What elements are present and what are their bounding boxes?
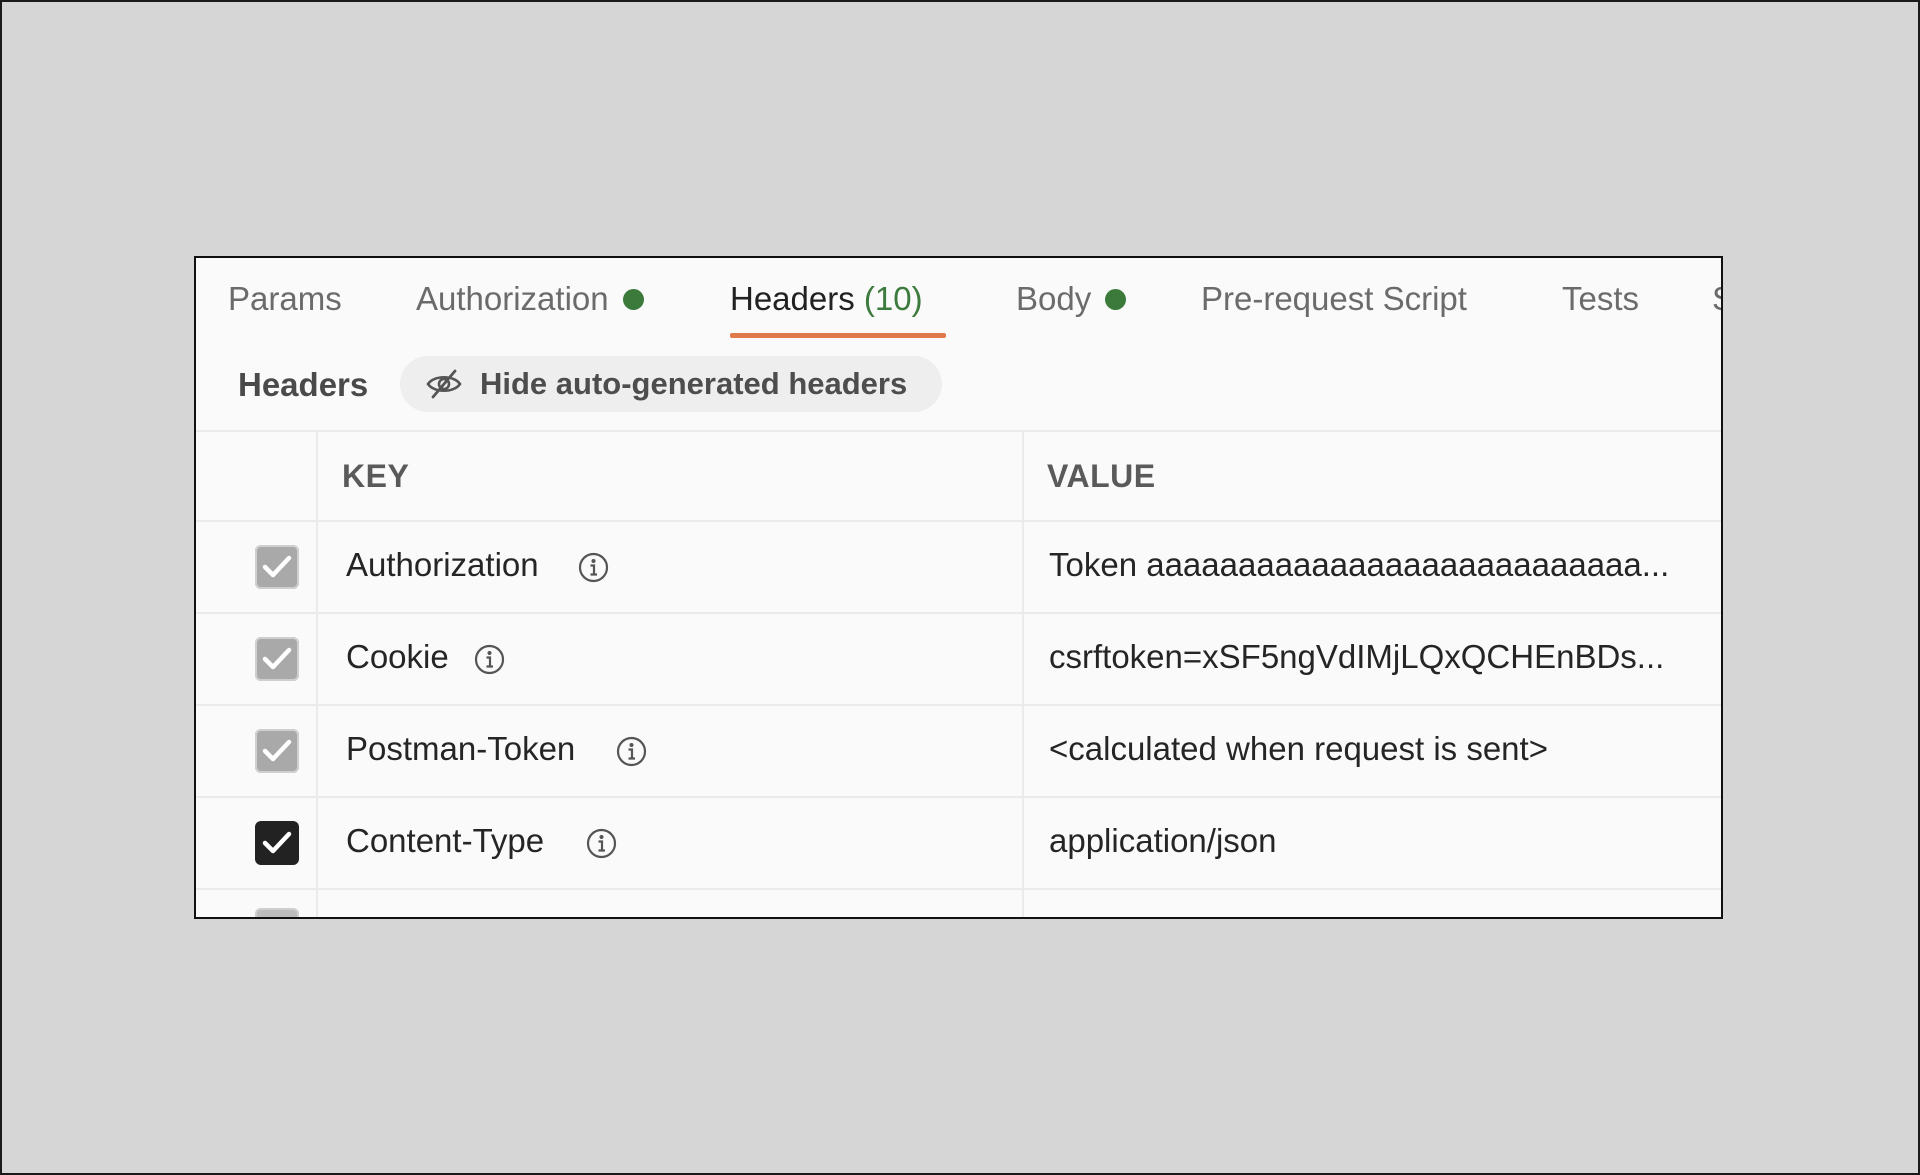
table-row: Postman-Token <calculated when request i… xyxy=(196,704,1721,798)
headers-section-title: Headers xyxy=(238,366,369,403)
tab-body[interactable]: Body xyxy=(1016,276,1127,322)
value-column-header: VALUE xyxy=(1047,458,1156,494)
tab-params[interactable]: Params xyxy=(228,276,342,322)
table-row: Cookie csrftoken=xSF5ngVdIMjLQxQCHEnBDs.… xyxy=(196,612,1721,706)
header-enabled-checkbox[interactable] xyxy=(255,729,299,773)
active-tab-indicator xyxy=(730,333,946,338)
header-enabled-checkbox[interactable] xyxy=(255,821,299,865)
authorization-status-dot xyxy=(622,288,644,310)
table-row-partial xyxy=(196,888,1721,917)
body-status-dot xyxy=(1105,288,1127,310)
hide-auto-generated-headers-label: Hide auto-generated headers xyxy=(480,366,908,401)
tab-authorization[interactable]: Authorization xyxy=(416,276,644,322)
info-icon[interactable] xyxy=(474,644,505,675)
tab-pre-request-script-label: Pre-request Script xyxy=(1201,280,1467,317)
header-value[interactable]: <calculated when request is sent> xyxy=(1049,730,1548,768)
header-value[interactable]: application/json xyxy=(1049,822,1277,860)
tab-params-label: Params xyxy=(228,280,342,317)
header-key: Content-Type xyxy=(346,822,545,859)
header-value[interactable]: Token aaaaaaaaaaaaaaaaaaaaaaaaaaa... xyxy=(1049,546,1669,584)
table-header-row: KEY VALUE xyxy=(196,430,1721,522)
checkmark-icon xyxy=(262,555,292,578)
header-key: Postman-Token xyxy=(346,730,576,767)
tab-authorization-label: Authorization xyxy=(416,280,609,317)
info-icon[interactable] xyxy=(586,828,617,859)
checkmark-icon xyxy=(262,739,292,762)
tab-pre-request-script[interactable]: Pre-request Script xyxy=(1201,276,1467,322)
table-row: Content-Type application/json xyxy=(196,796,1721,890)
tab-tests[interactable]: Tests xyxy=(1562,276,1639,322)
tab-body-label: Body xyxy=(1016,280,1092,317)
header-enabled-checkbox[interactable] xyxy=(255,908,299,917)
tab-headers-label: Headers xyxy=(730,280,855,317)
request-panel: Params Authorization Headers (10) Body P… xyxy=(194,256,1723,919)
header-key: Cookie xyxy=(346,638,449,675)
checkmark-icon xyxy=(262,831,292,854)
key-column-header: KEY xyxy=(342,458,410,494)
tab-headers[interactable]: Headers (10) xyxy=(730,276,923,322)
header-enabled-checkbox[interactable] xyxy=(255,637,299,681)
eye-off-icon xyxy=(426,369,462,399)
tab-overflow-partial[interactable]: S xyxy=(1712,276,1721,322)
checkmark-icon xyxy=(262,647,292,670)
request-tabs: Params Authorization Headers (10) Body P… xyxy=(196,258,1721,342)
header-key: Authorization xyxy=(346,546,539,583)
header-value[interactable]: csrftoken=xSF5ngVdIMjLQxQCHEnBDs... xyxy=(1049,638,1664,676)
info-icon[interactable] xyxy=(578,552,609,583)
tab-tests-label: Tests xyxy=(1562,280,1640,317)
header-enabled-checkbox[interactable] xyxy=(255,545,299,589)
hide-auto-generated-headers-button[interactable]: Hide auto-generated headers xyxy=(400,356,942,412)
info-icon[interactable] xyxy=(616,736,647,767)
table-row: Authorization Token aaaaaaaaaaaaaaaaaaaa… xyxy=(196,520,1721,614)
headers-count-badge: (10) xyxy=(863,280,923,317)
